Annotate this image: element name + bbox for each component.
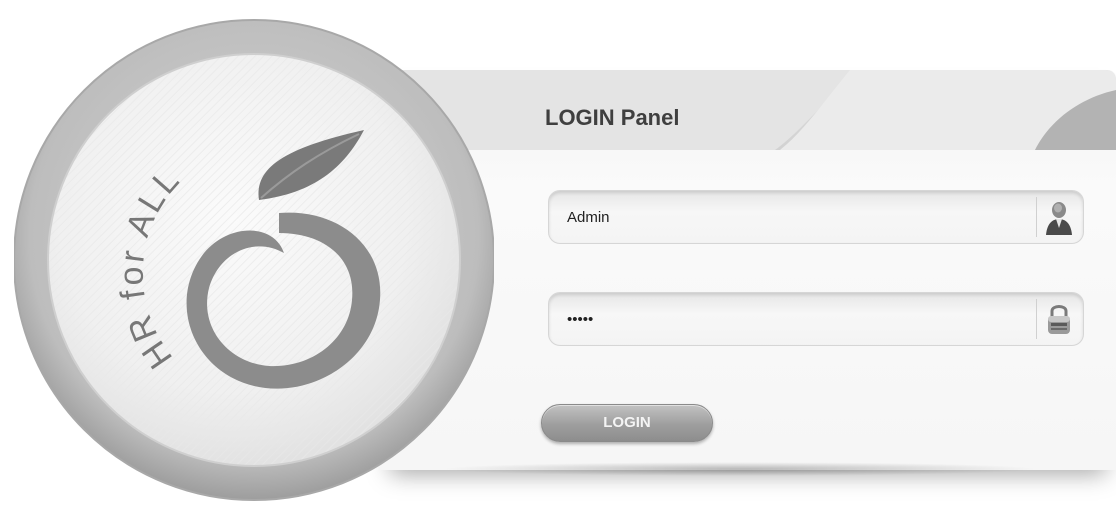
hr-for-all-logo: HR for ALL (14, 19, 494, 501)
password-field[interactable] (548, 292, 1084, 346)
lock-icon (1048, 305, 1070, 334)
username-field[interactable] (548, 190, 1084, 244)
password-input[interactable] (567, 293, 1007, 345)
login-button[interactable]: LOGIN (541, 404, 713, 442)
panel-title: LOGIN Panel (545, 105, 680, 130)
user-icon (1046, 202, 1072, 235)
field-separator (1036, 197, 1037, 237)
panel-shadow (440, 462, 1040, 476)
username-input[interactable] (567, 191, 1007, 243)
field-separator (1036, 299, 1037, 339)
login-page: LOGIN Panel LOGIN (0, 0, 1116, 511)
